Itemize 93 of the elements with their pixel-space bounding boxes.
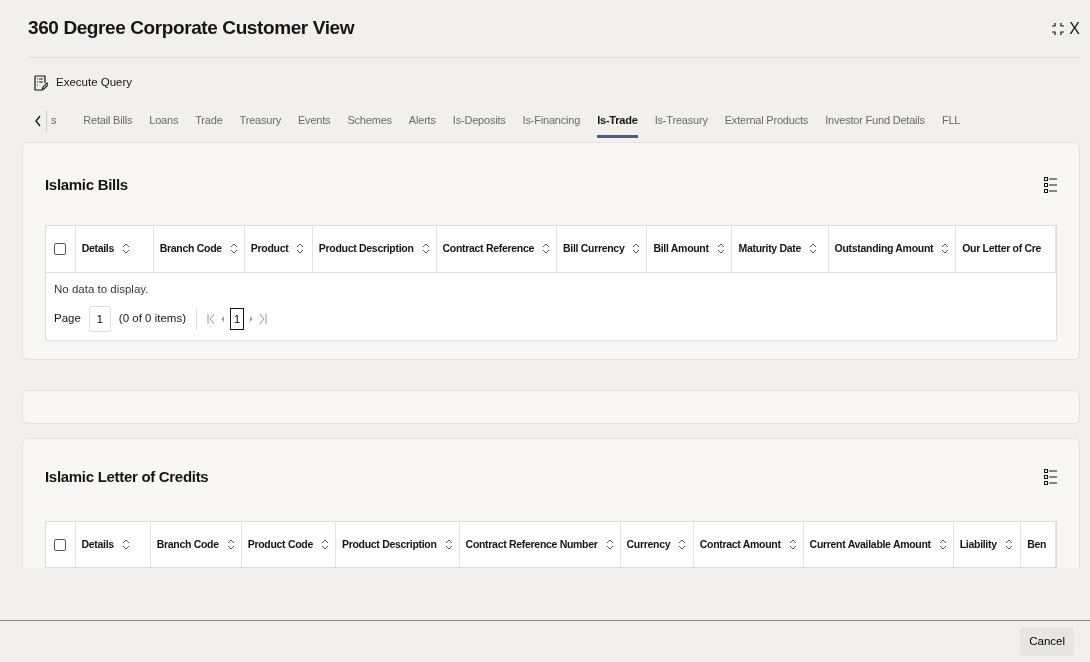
column-label: Details: [81, 240, 114, 256]
tab[interactable]: Is-Treasury: [654, 111, 708, 138]
document-edit-icon: [34, 75, 48, 91]
column-label: Current Available Amount: [809, 536, 931, 552]
window-title: 360 Degree Corporate Customer View: [28, 16, 355, 41]
sort-icon[interactable]: [121, 539, 130, 550]
column-header[interactable]: Product Description: [335, 521, 460, 568]
sort-icon[interactable]: [421, 243, 430, 255]
sort-icon[interactable]: [296, 243, 305, 255]
list-settings-icon[interactable]: [1044, 468, 1057, 485]
column-header[interactable]: Contract Amount: [693, 521, 804, 568]
column-header[interactable]: Current Available Amount: [803, 521, 954, 568]
column-header[interactable]: Bill Amount: [646, 226, 732, 272]
tab[interactable]: Loans: [149, 111, 179, 138]
column-label: Product Code: [247, 536, 313, 552]
chevron-left-icon[interactable]: [34, 115, 42, 127]
column-label: Maturity Date: [738, 240, 802, 256]
tab[interactable]: Is-Financing: [522, 111, 581, 138]
sort-icon[interactable]: [788, 539, 797, 550]
column-label: Contract Reference Number: [465, 536, 598, 552]
column-header[interactable]: Bill Currency: [556, 226, 647, 272]
sort-icon[interactable]: [632, 243, 641, 255]
column-label: Details: [81, 536, 114, 552]
sort-icon[interactable]: [226, 539, 235, 550]
first-page-icon[interactable]: [206, 312, 216, 325]
column-label: Liability: [959, 536, 997, 552]
tab[interactable]: s: [51, 111, 57, 138]
sort-icon[interactable]: [542, 243, 550, 255]
sort-icon[interactable]: [122, 243, 130, 255]
column-label: Outstanding Amount: [834, 240, 934, 256]
column-label: Product: [250, 240, 289, 256]
sort-icon[interactable]: [941, 243, 950, 255]
column-label: Product Description: [341, 536, 437, 552]
column-label: Contract Reference: [442, 240, 534, 256]
tab[interactable]: Treasury: [239, 111, 281, 138]
tab[interactable]: Schemes: [347, 111, 392, 138]
tab[interactable]: External Products: [724, 111, 809, 138]
sort-icon[interactable]: [809, 243, 818, 255]
column-header[interactable]: Liability: [953, 521, 1021, 568]
column-header[interactable]: Branch Code: [150, 521, 242, 568]
select-all-checkbox[interactable]: [54, 243, 66, 256]
tab[interactable]: Is-Deposits: [452, 111, 506, 138]
column-header[interactable]: Contract Reference: [436, 226, 557, 272]
column-label: Bill Amount: [653, 240, 709, 256]
column-label: Ben: [1027, 536, 1047, 552]
column-header[interactable]: Details: [75, 521, 151, 568]
execute-query-button[interactable]: Execute Query: [34, 74, 133, 92]
sort-icon[interactable]: [605, 539, 614, 550]
column-label: Currency: [626, 536, 671, 552]
tab[interactable]: Retail Bills: [83, 111, 133, 138]
column-label: Branch Code: [159, 240, 222, 256]
tab[interactable]: Alerts: [408, 111, 436, 138]
column-header[interactable]: Currency: [620, 521, 694, 568]
page-number-button[interactable]: 1: [229, 307, 244, 330]
column-label: Branch Code: [156, 536, 219, 552]
column-header[interactable]: Our Letter of Cre: [955, 226, 1056, 272]
sort-icon[interactable]: [1004, 539, 1013, 550]
sort-icon[interactable]: [320, 539, 329, 550]
column-header[interactable]: Product Code: [241, 521, 336, 568]
page-input[interactable]: 1: [88, 305, 111, 332]
column-label: Product Description: [318, 240, 414, 256]
section-title: Islamic Letter of Credits: [45, 466, 209, 487]
tab[interactable]: Investor Fund Details: [825, 111, 925, 138]
collapse-icon[interactable]: [1051, 21, 1066, 36]
tab[interactable]: Is-Trade: [597, 111, 638, 138]
tab[interactable]: FLL: [941, 111, 961, 138]
close-button[interactable]: X: [1069, 16, 1080, 41]
item-count: (0 of 0 items): [118, 311, 186, 327]
sort-icon[interactable]: [716, 243, 725, 255]
tab[interactable]: Events: [297, 111, 331, 138]
tab[interactable]: Trade: [195, 111, 223, 138]
column-header[interactable]: Product Description: [312, 226, 436, 272]
column-label: Our Letter of Cre: [962, 240, 1042, 256]
list-settings-icon[interactable]: [1044, 177, 1057, 193]
column-header[interactable]: Outstanding Amount: [828, 226, 956, 272]
column-label: Contract Amount: [699, 536, 781, 552]
column-header[interactable]: Branch Code: [153, 226, 245, 272]
sort-icon[interactable]: [444, 539, 453, 550]
column-header[interactable]: Maturity Date: [731, 226, 829, 272]
sort-icon[interactable]: [938, 539, 947, 550]
select-all-checkbox[interactable]: [54, 538, 66, 551]
column-header[interactable]: Contract Reference Number: [459, 521, 621, 568]
sort-icon[interactable]: [678, 539, 687, 550]
column-header[interactable]: Details: [75, 226, 154, 272]
cancel-button[interactable]: Cancel: [1020, 626, 1074, 657]
column-header[interactable]: Product: [244, 226, 313, 272]
column-header[interactable]: Ben: [1020, 521, 1056, 568]
last-page-icon[interactable]: [257, 312, 267, 325]
page-label: Page: [54, 311, 81, 327]
empty-message: No data to display.: [53, 281, 150, 297]
column-label: Bill Currency: [563, 240, 625, 256]
section-title: Islamic Bills: [45, 174, 128, 195]
sort-icon[interactable]: [229, 243, 238, 255]
